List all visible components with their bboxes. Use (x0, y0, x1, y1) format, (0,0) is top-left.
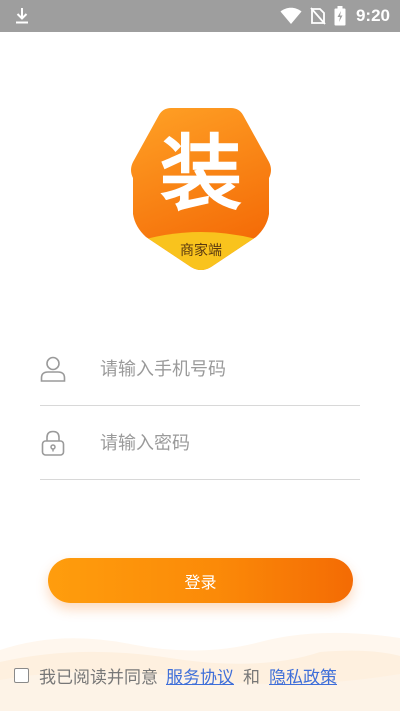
privacy-policy-link[interactable]: 隐私政策 (269, 663, 337, 688)
status-time: 9:20 (355, 6, 390, 25)
no-sim-icon (310, 7, 326, 25)
battery-charging-icon (334, 6, 346, 26)
wifi-icon (280, 7, 302, 24)
agreement-row: 我已阅读并同意 服务协议 和 隐私政策 (14, 662, 337, 688)
lock-icon (41, 430, 65, 456)
user-icon (40, 356, 66, 382)
service-agreement-link[interactable]: 服务协议 (166, 663, 234, 688)
password-input-row (40, 423, 360, 480)
login-button[interactable]: 登录 (48, 558, 353, 603)
phone-input-row (40, 349, 360, 406)
logo-subtitle: 商家端 (180, 242, 222, 259)
agreement-checkbox[interactable] (14, 667, 29, 683)
agreement-text: 我已阅读并同意 (39, 667, 158, 688)
status-bar: 9:20 (0, 0, 400, 32)
download-icon (16, 8, 28, 24)
agreement-conjunction: 和 (243, 667, 260, 688)
app-logo: 装 商家端 (131, 108, 271, 270)
phone-input[interactable] (100, 349, 358, 389)
logo-main-char: 装 (160, 127, 242, 222)
password-input[interactable] (100, 423, 358, 463)
